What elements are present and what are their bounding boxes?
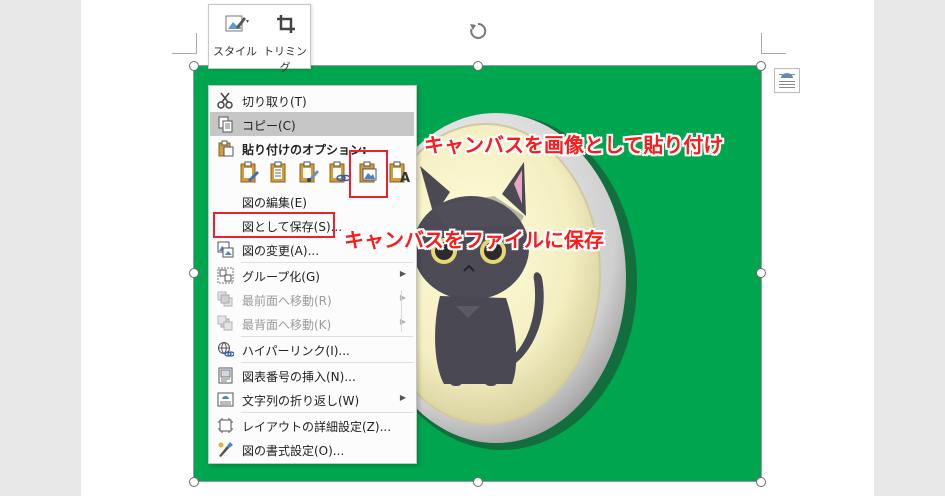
send-to-back-icon xyxy=(217,315,234,332)
paste-keep-source-format-button[interactable] xyxy=(239,160,261,184)
layout-details-icon xyxy=(217,417,234,434)
menu-item-insert-caption[interactable]: 図表番号の挿入(N)... xyxy=(210,363,414,387)
menu-item-format-picture[interactable]: 図の書式設定(O)... xyxy=(210,437,414,461)
wrap-text-icon xyxy=(217,391,234,408)
layout-options-button[interactable] xyxy=(774,68,800,93)
svg-text:A: A xyxy=(400,171,410,184)
paste-text-icon xyxy=(270,161,286,183)
layout-options-icon xyxy=(779,73,795,88)
style-label: スタイル xyxy=(213,45,257,58)
resize-handle-right[interactable] xyxy=(756,268,766,278)
menu-label: コピー(C) xyxy=(242,119,296,133)
group-icon xyxy=(217,267,234,284)
paste-text-only-button[interactable]: A xyxy=(388,160,410,186)
menu-label: 図表番号の挿入(N)... xyxy=(242,370,356,384)
picture-style-icon xyxy=(225,13,249,35)
menu-label: 図の編集(E) xyxy=(242,196,307,210)
menu-label: 文字列の折り返し(W) xyxy=(242,394,360,408)
menu-label: 切り取り(T) xyxy=(242,95,307,109)
menu-item-hyperlink[interactable]: ハイパーリンク(I)... xyxy=(210,337,414,361)
crop-icon xyxy=(275,13,297,35)
rotate-handle-icon[interactable] xyxy=(467,20,489,42)
paste-icon xyxy=(217,140,234,157)
submenu-divider xyxy=(401,290,402,332)
menu-item-bring-to-front[interactable]: 最前面へ移動(R) ▶ xyxy=(210,287,414,311)
resize-handle-top-left[interactable] xyxy=(189,61,199,71)
caption-icon xyxy=(217,367,234,384)
trim-button[interactable]: トリミング xyxy=(261,5,309,74)
submenu-arrow-icon: ▶ xyxy=(399,393,406,402)
paste-link-button[interactable] xyxy=(328,160,351,184)
paste-format-brush-button[interactable] xyxy=(298,160,320,184)
bring-to-front-icon xyxy=(217,291,234,308)
menu-item-group[interactable]: グループ化(G) ▶ xyxy=(210,263,414,287)
scissors-icon xyxy=(217,92,234,109)
menu-item-send-to-back[interactable]: 最背面へ移動(K) ▶ xyxy=(210,311,414,335)
paste-merge-format-button[interactable] xyxy=(269,160,291,184)
resize-handle-bottom[interactable] xyxy=(473,477,483,487)
trim-label: トリミング xyxy=(263,45,307,74)
resize-handle-top[interactable] xyxy=(473,61,483,71)
resize-handle-top-right[interactable] xyxy=(756,61,766,71)
menu-label: 図の書式設定(O)... xyxy=(242,444,345,458)
menu-item-layout-details[interactable]: レイアウトの詳細設定(Z)... xyxy=(210,413,414,437)
copy-icon xyxy=(217,116,234,133)
menu-item-wrap-text[interactable]: 文字列の折り返し(W) ▶ xyxy=(210,387,414,411)
menu-label: レイアウトの詳細設定(Z)... xyxy=(242,420,392,434)
menu-label: 最背面へ移動(K) xyxy=(242,318,332,332)
highlight-save-as-picture xyxy=(213,212,335,238)
menu-item-copy[interactable]: コピー(C) xyxy=(210,112,414,136)
resize-handle-bottom-left[interactable] xyxy=(189,477,199,487)
menu-label: グループ化(G) xyxy=(242,270,320,284)
paste-keep-format-icon xyxy=(240,161,259,183)
menu-label: ハイパーリンク(I)... xyxy=(242,344,350,358)
paste-link-icon xyxy=(329,161,351,183)
margin-corner-top-right xyxy=(761,33,786,54)
submenu-arrow-icon: ▶ xyxy=(399,269,406,278)
mini-toolbar: スタイル トリミング xyxy=(208,4,311,74)
resize-handle-left[interactable] xyxy=(189,268,199,278)
context-menu: 切り取り(T) コピー(C) 貼り付けのオプション: A 図の編集(E) 図とし… xyxy=(208,85,417,464)
style-button[interactable]: スタイル xyxy=(211,5,259,67)
menu-item-cut[interactable]: 切り取り(T) xyxy=(210,88,414,112)
change-picture-icon xyxy=(217,241,234,258)
format-picture-icon xyxy=(217,441,234,458)
margin-corner-top-left xyxy=(172,33,197,54)
highlight-paste-as-picture xyxy=(349,150,388,198)
paste-brush-icon xyxy=(299,161,319,183)
hyperlink-icon xyxy=(217,341,235,358)
callout-paste-as-image: キャンバスを画像として貼り付け xyxy=(424,133,724,157)
callout-save-to-file: キャンバスをファイルに保存 xyxy=(344,228,604,252)
menu-label: 最前面へ移動(R) xyxy=(242,294,332,308)
paste-text-only-icon: A xyxy=(389,161,410,186)
resize-handle-bottom-right[interactable] xyxy=(756,477,766,487)
menu-label: 図の変更(A)... xyxy=(242,244,320,258)
paste-options-row: A xyxy=(239,160,417,186)
